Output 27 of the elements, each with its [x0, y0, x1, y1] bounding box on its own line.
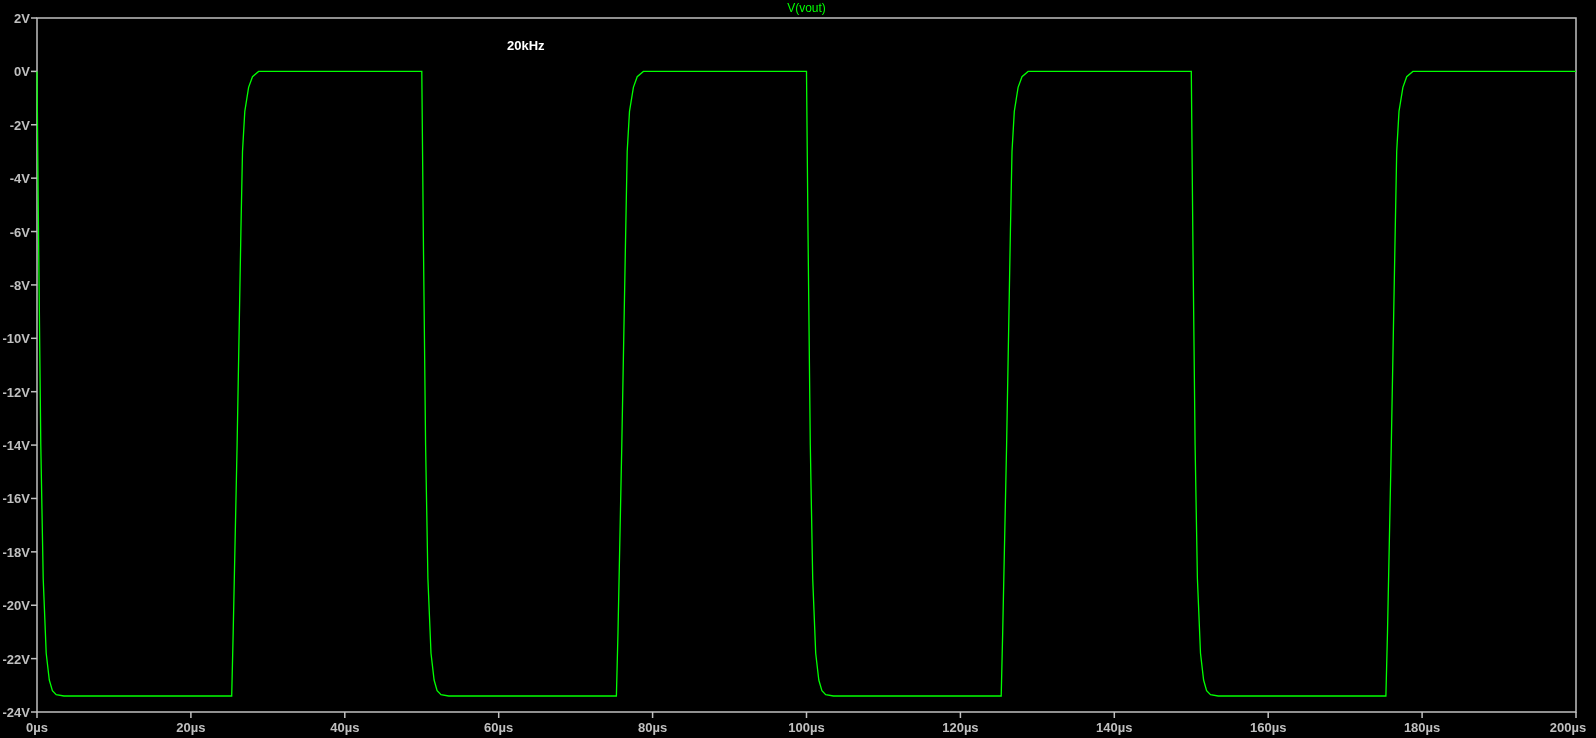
x-tick-label: 60µs [484, 720, 514, 735]
x-tick-label: 140µs [1096, 720, 1133, 735]
y-tick-label: -24V [2, 705, 30, 720]
x-tick-label: 120µs [942, 720, 979, 735]
x-tick-label: 20µs [176, 720, 206, 735]
x-tick-label: 80µs [638, 720, 668, 735]
x-tick-label: 0µs [26, 720, 48, 735]
annotation-label: 20kHz [507, 38, 545, 53]
trace-legend: V(vout) [787, 1, 826, 15]
x-tick-label: 40µs [330, 720, 360, 735]
y-tick-label: -20V [2, 598, 30, 614]
y-tick-label: -8V [9, 277, 30, 293]
y-tick-label: -18V [2, 544, 30, 560]
y-tick-label: -10V [2, 331, 30, 347]
y-tick-label: -14V [2, 438, 30, 454]
y-tick-label: -16V [2, 491, 30, 507]
y-tick-label: -2V [9, 117, 30, 133]
x-tick-label: 180µs [1403, 720, 1441, 735]
y-tick-label: 0V [14, 64, 30, 80]
y-tick-label: -22V [2, 651, 30, 667]
y-tick-label: -4V [9, 171, 30, 187]
y-tick-label: -12V [2, 384, 30, 400]
y-tick-label: -6V [9, 224, 30, 240]
x-tick-label: 200µs [1549, 720, 1587, 735]
x-tick-label: 160µs [1250, 720, 1287, 735]
y-tick-label: 2V [14, 11, 30, 26]
x-tick-label: 100µs [788, 720, 825, 735]
